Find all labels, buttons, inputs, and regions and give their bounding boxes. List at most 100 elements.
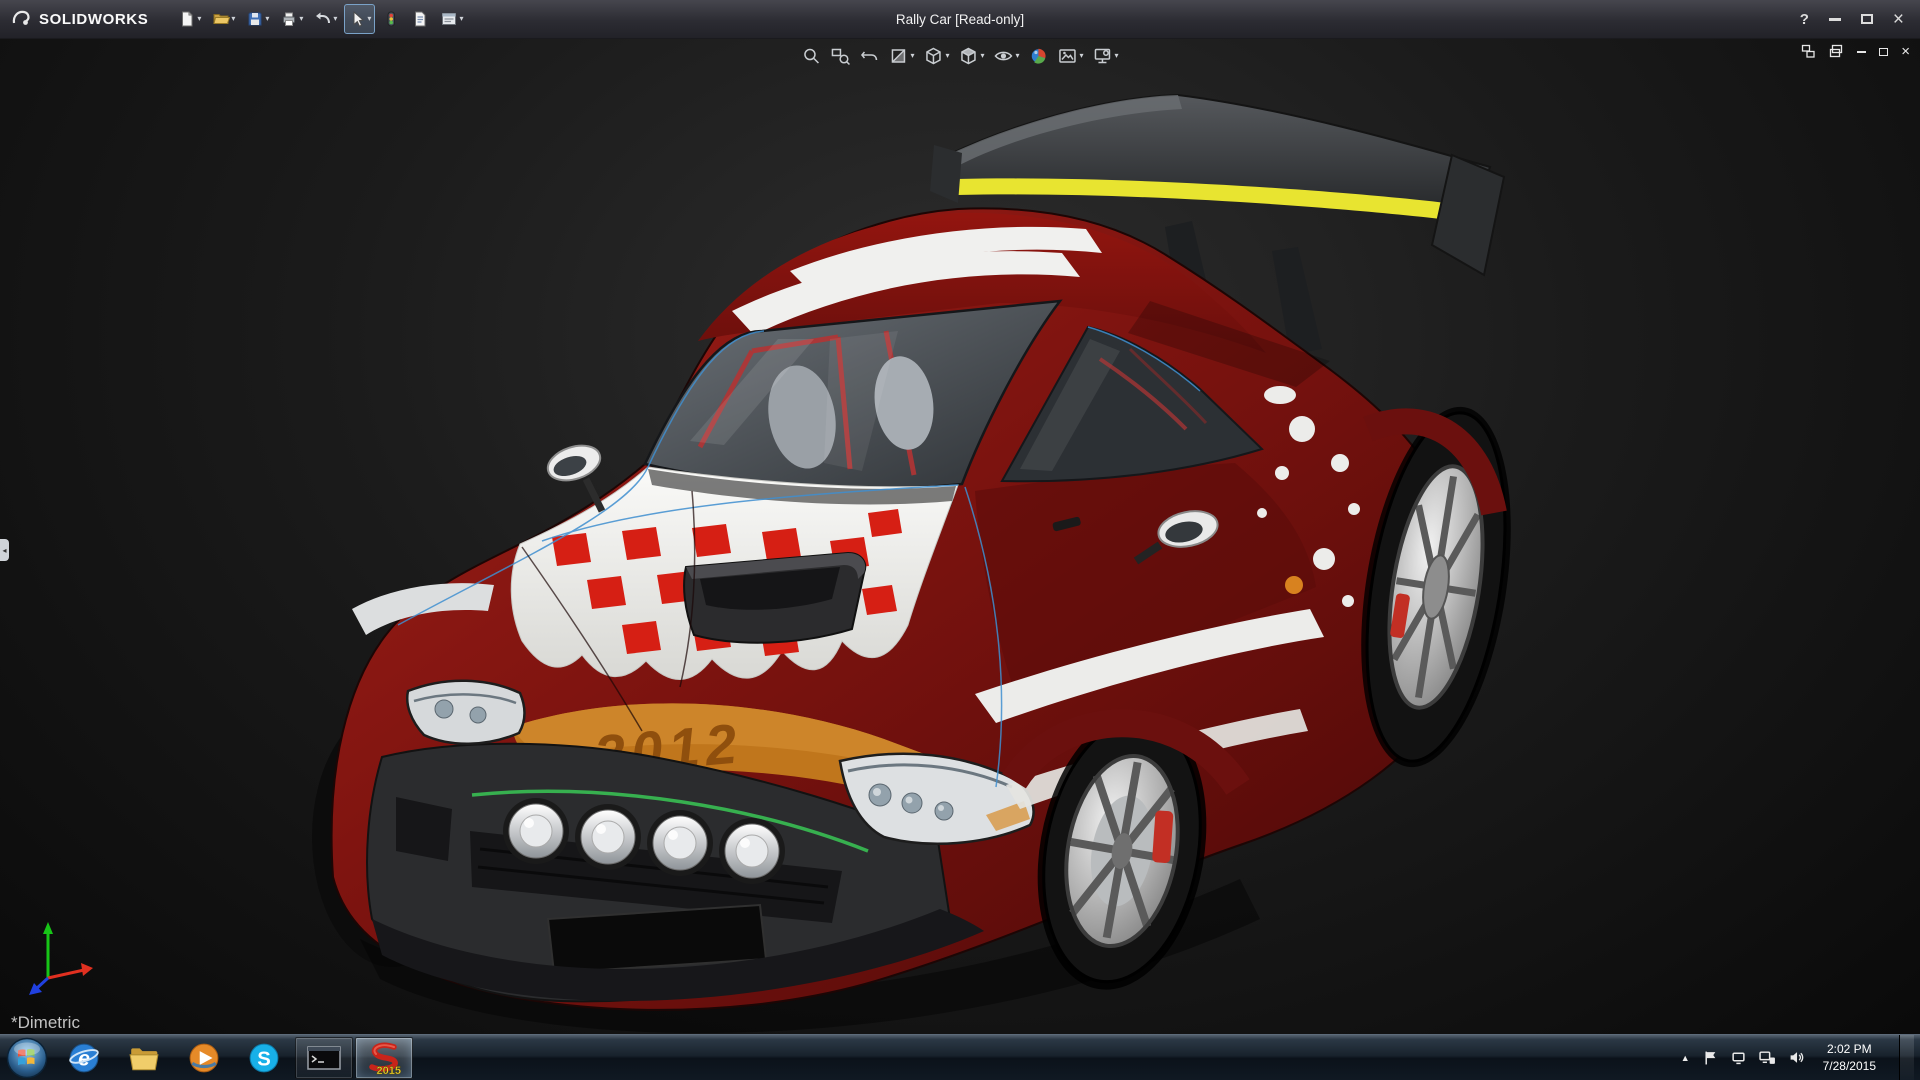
hide-show-items-button[interactable]: ▾ — [993, 45, 1021, 67]
orientation-triad — [26, 918, 96, 996]
print-icon — [280, 10, 298, 28]
file-properties-icon — [411, 10, 429, 28]
tile-window-icon[interactable] — [1801, 44, 1816, 59]
display-style-button[interactable]: ▾ — [957, 45, 985, 67]
dropdown-caret[interactable]: ▾ — [299, 15, 303, 23]
app-name: SOLIDWORKS — [39, 11, 148, 28]
taskbar-item-messenger[interactable]: S — [235, 1037, 293, 1079]
options-icon — [440, 10, 458, 28]
view-settings-button[interactable]: ▾ — [1092, 45, 1120, 67]
options-button[interactable]: ▾ — [436, 4, 467, 34]
action-center-flag-icon[interactable] — [1703, 1050, 1718, 1065]
solidworks-icon: 2015 — [366, 1040, 402, 1076]
dropdown-caret[interactable]: ▾ — [333, 15, 337, 23]
help-button[interactable]: ? — [1800, 11, 1809, 28]
hide-show-items-eye-icon — [994, 46, 1014, 66]
open-folder-icon — [212, 10, 230, 28]
dropdown-caret[interactable]: ▾ — [197, 15, 201, 23]
show-desktop-button[interactable] — [1899, 1035, 1914, 1080]
start-button[interactable] — [0, 1035, 54, 1080]
hood-scoop — [684, 553, 865, 643]
taskbar-item-solidworks-2015[interactable]: 2015 — [355, 1037, 413, 1079]
dropdown-caret[interactable]: ▾ — [459, 15, 463, 23]
print-button[interactable]: ▾ — [276, 4, 307, 34]
solidworks-logo: SOLIDWORKS — [0, 8, 160, 30]
new-document-button[interactable]: ▾ — [174, 4, 205, 34]
rebuild-button[interactable] — [378, 4, 404, 34]
dropdown-caret[interactable]: ▾ — [231, 15, 235, 23]
view-settings-icon — [1093, 46, 1113, 66]
maximize-button[interactable] — [1861, 14, 1873, 24]
edit-appearance-sphere-icon — [1029, 46, 1049, 66]
panel-flyout-arrow[interactable]: ◂ — [0, 539, 9, 561]
select-button[interactable]: ▾ — [344, 4, 375, 34]
graphics-viewport[interactable]: 2012 — [0, 39, 1920, 1034]
volume-icon[interactable] — [1789, 1050, 1804, 1065]
previous-view-button[interactable] — [858, 45, 880, 67]
section-view-icon — [888, 46, 908, 66]
cascade-window-icon[interactable] — [1829, 44, 1844, 59]
internet-explorer-icon: e — [68, 1042, 100, 1074]
file-properties-button[interactable] — [407, 4, 433, 34]
solidworks-window: SOLIDWORKS ▾ ▾ — [0, 0, 1920, 1080]
rally-car-model[interactable]: 2012 — [0, 39, 1920, 1034]
display-style-icon — [958, 46, 978, 66]
dropdown-caret[interactable]: ▾ — [910, 52, 914, 60]
minimize-button[interactable] — [1829, 18, 1841, 21]
apply-scene-icon — [1058, 46, 1078, 66]
select-arrow-icon — [348, 10, 366, 28]
clock-date: 7/28/2015 — [1823, 1058, 1876, 1074]
taskbar-item-windows-explorer[interactable] — [115, 1037, 173, 1079]
window-controls: ? × — [1800, 10, 1920, 29]
apply-scene-button[interactable]: ▾ — [1057, 45, 1085, 67]
save-button[interactable]: ▾ — [242, 4, 273, 34]
folder-icon — [128, 1043, 160, 1073]
zoom-to-area-button[interactable] — [829, 45, 851, 67]
media-player-icon — [188, 1042, 220, 1074]
minimize-document-button[interactable] — [1857, 51, 1866, 53]
system-tray: ▲ 2:02 PM 7/28/2015 — [1681, 1035, 1920, 1080]
dropdown-caret[interactable]: ▾ — [1080, 52, 1084, 60]
view-orientation-label: *Dimetric — [11, 1013, 80, 1033]
close-document-button[interactable]: × — [1901, 44, 1910, 59]
command-prompt-icon — [306, 1043, 342, 1073]
zoom-to-fit-icon — [801, 46, 821, 66]
taskbar-item-media-player[interactable] — [175, 1037, 233, 1079]
dropdown-caret[interactable]: ▾ — [980, 52, 984, 60]
heads-up-view-toolbar: ▾ ▾ ▾ ▾ — [794, 43, 1125, 69]
windows-taskbar: e S — [0, 1034, 1920, 1080]
dropdown-caret[interactable]: ▾ — [1016, 52, 1020, 60]
taskbar-clock[interactable]: 2:02 PM 7/28/2015 — [1817, 1041, 1882, 1073]
new-document-icon — [178, 10, 196, 28]
dropdown-caret[interactable]: ▾ — [1115, 52, 1119, 60]
undo-button[interactable]: ▾ — [310, 4, 341, 34]
zoom-to-fit-button[interactable] — [800, 45, 822, 67]
hidden-icons-button[interactable]: ▲ — [1681, 1053, 1690, 1063]
dropdown-caret[interactable]: ▾ — [367, 15, 371, 23]
section-view-button[interactable]: ▾ — [887, 45, 915, 67]
dropdown-caret[interactable]: ▾ — [265, 15, 269, 23]
svg-text:S: S — [257, 1048, 271, 1070]
view-orientation-button[interactable]: ▾ — [922, 45, 950, 67]
undo-icon — [314, 10, 332, 28]
save-icon — [246, 10, 264, 28]
edit-appearance-button[interactable] — [1028, 45, 1050, 67]
taskbar-item-internet-explorer[interactable]: e — [55, 1037, 113, 1079]
taskbar-item-command-prompt[interactable] — [295, 1037, 353, 1079]
display-monitor-icon[interactable] — [1731, 1050, 1746, 1065]
titlebar: SOLIDWORKS ▾ ▾ — [0, 0, 1920, 39]
document-window-controls: × — [1801, 44, 1910, 59]
network-icon[interactable] — [1759, 1050, 1776, 1065]
headlight-left — [407, 681, 524, 744]
restore-document-button[interactable] — [1879, 48, 1888, 56]
clock-time: 2:02 PM — [1823, 1041, 1876, 1057]
close-button[interactable]: × — [1893, 10, 1904, 29]
standard-toolbar: ▾ ▾ ▾ — [174, 4, 467, 34]
left-mirror — [543, 439, 604, 511]
open-button[interactable]: ▾ — [208, 4, 239, 34]
windows-start-orb-icon — [6, 1037, 48, 1079]
previous-view-icon — [859, 46, 879, 66]
messenger-icon: S — [248, 1042, 280, 1074]
dropdown-caret[interactable]: ▾ — [945, 52, 949, 60]
rebuild-traffic-light-icon — [382, 10, 400, 28]
